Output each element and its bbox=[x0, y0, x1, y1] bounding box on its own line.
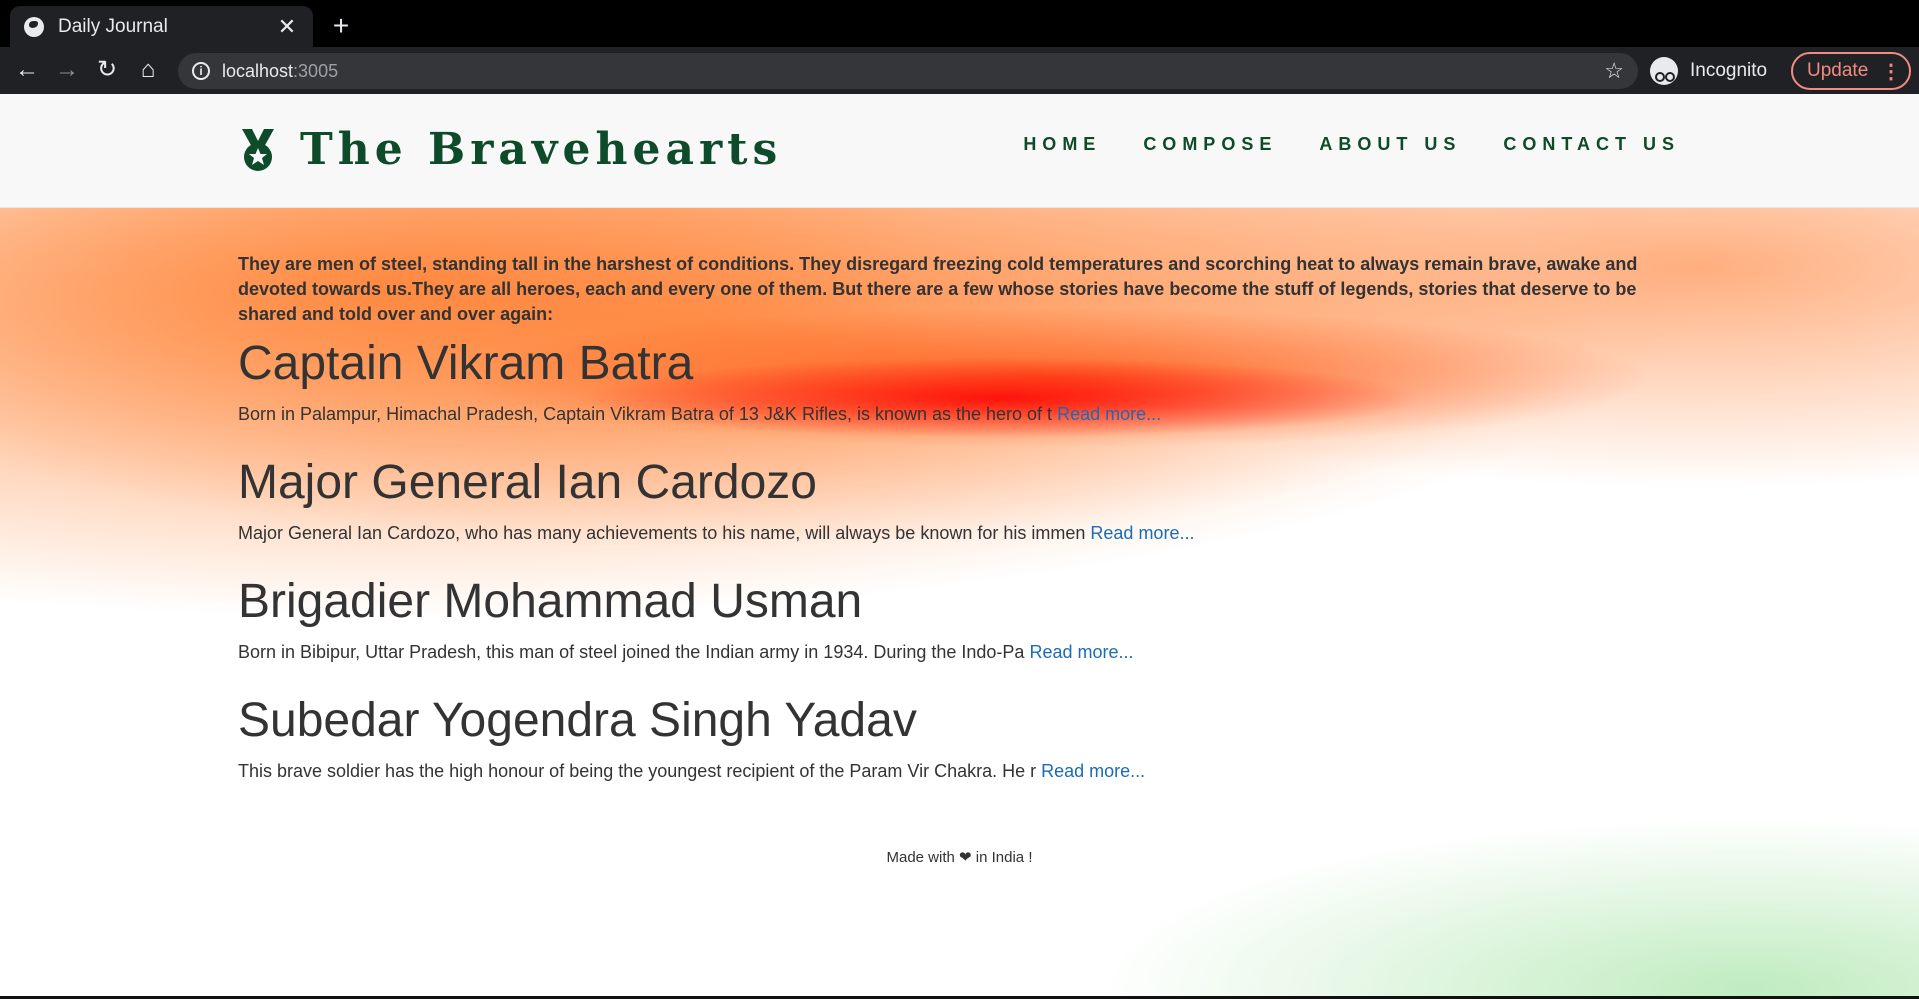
post-excerpt: This brave soldier has the high honour o… bbox=[238, 761, 1145, 782]
heart-icon: ❤ bbox=[959, 849, 972, 866]
post-entry: Subedar Yogendra Singh Yadav This brave … bbox=[238, 693, 1145, 782]
nav-home[interactable]: HOME bbox=[1023, 134, 1101, 155]
update-button[interactable]: Update ⋮ bbox=[1791, 52, 1911, 90]
nav-about-us[interactable]: ABOUT US bbox=[1319, 134, 1461, 155]
read-more-link[interactable]: Read more... bbox=[1057, 404, 1161, 424]
excerpt-text: Born in Bibipur, Uttar Pradesh, this man… bbox=[238, 642, 1025, 662]
post-excerpt: Born in Palampur, Himachal Pradesh, Capt… bbox=[238, 404, 1161, 425]
post-excerpt: Major General Ian Cardozo, who has many … bbox=[238, 523, 1194, 544]
brand-title: The Bravehearts bbox=[300, 124, 783, 175]
update-label: Update bbox=[1807, 60, 1869, 81]
close-tab-icon[interactable]: ✕ bbox=[275, 14, 299, 40]
browser-toolbar: ← → ↻ ⌂ i localhost :3005 ☆ Incognito Up… bbox=[0, 47, 1919, 94]
footer-text-before: Made with bbox=[886, 849, 955, 866]
home-icon[interactable]: ⌂ bbox=[133, 55, 163, 85]
footer-text-after: in India ! bbox=[975, 849, 1033, 866]
post-title: Captain Vikram Batra bbox=[238, 337, 694, 390]
tab-title: Daily Journal bbox=[58, 16, 168, 37]
address-bar[interactable]: i localhost :3005 ☆ bbox=[178, 53, 1638, 89]
site-header: The Bravehearts HOME COMPOSE ABOUT US CO… bbox=[0, 94, 1919, 208]
intro-text: They are men of steel, standing tall in … bbox=[238, 254, 1638, 324]
site-brand[interactable]: The Bravehearts bbox=[238, 124, 782, 175]
incognito-label: Incognito bbox=[1690, 60, 1768, 81]
site-footer: Made with ❤ in India ! bbox=[0, 848, 1919, 866]
more-dots-icon[interactable]: ⋮ bbox=[1881, 59, 1901, 84]
back-arrow-icon[interactable]: ← bbox=[12, 55, 42, 85]
incognito-icon bbox=[1650, 57, 1678, 85]
post-entry: Captain Vikram Batra Born in Palampur, H… bbox=[238, 336, 1161, 425]
url-port: :3005 bbox=[293, 60, 339, 81]
new-tab-button[interactable]: + bbox=[326, 10, 356, 42]
globe-icon bbox=[24, 17, 44, 37]
excerpt-text: This brave soldier has the high honour o… bbox=[238, 761, 1037, 781]
nav-compose[interactable]: COMPOSE bbox=[1143, 134, 1277, 155]
info-icon[interactable]: i bbox=[192, 62, 210, 80]
excerpt-text: Major General Ian Cardozo, who has many … bbox=[238, 523, 1086, 543]
url-host: localhost bbox=[222, 60, 294, 81]
read-more-link[interactable]: Read more... bbox=[1090, 523, 1194, 543]
read-more-link[interactable]: Read more... bbox=[1041, 761, 1145, 781]
post-entry: Major General Ian Cardozo Major General … bbox=[238, 455, 1194, 544]
reload-icon[interactable]: ↻ bbox=[92, 55, 122, 85]
nav-contact-us[interactable]: CONTACT US bbox=[1503, 134, 1680, 155]
medal-icon bbox=[242, 128, 274, 171]
read-more-link[interactable]: Read more... bbox=[1029, 642, 1133, 662]
post-title: Brigadier Mohammad Usman bbox=[238, 575, 863, 628]
tab-strip: Daily Journal ✕ + bbox=[0, 0, 1919, 48]
browser-tab[interactable]: Daily Journal ✕ bbox=[10, 6, 313, 48]
post-title: Subedar Yogendra Singh Yadav bbox=[238, 694, 917, 747]
post-entry: Brigadier Mohammad Usman Born in Bibipur… bbox=[238, 574, 1134, 663]
main-nav: HOME COMPOSE ABOUT US CONTACT US bbox=[981, 134, 1680, 155]
hero-background: They are men of steel, standing tall in … bbox=[0, 208, 1919, 999]
forward-arrow-icon[interactable]: → bbox=[52, 55, 82, 85]
page-viewport: The Bravehearts HOME COMPOSE ABOUT US CO… bbox=[0, 94, 1919, 999]
post-excerpt: Born in Bibipur, Uttar Pradesh, this man… bbox=[238, 642, 1134, 663]
incognito-indicator[interactable]: Incognito bbox=[1650, 52, 1767, 90]
excerpt-text: Born in Palampur, Himachal Pradesh, Capt… bbox=[238, 404, 1053, 424]
post-title: Major General Ian Cardozo bbox=[238, 456, 817, 509]
star-icon[interactable]: ☆ bbox=[1604, 58, 1624, 84]
